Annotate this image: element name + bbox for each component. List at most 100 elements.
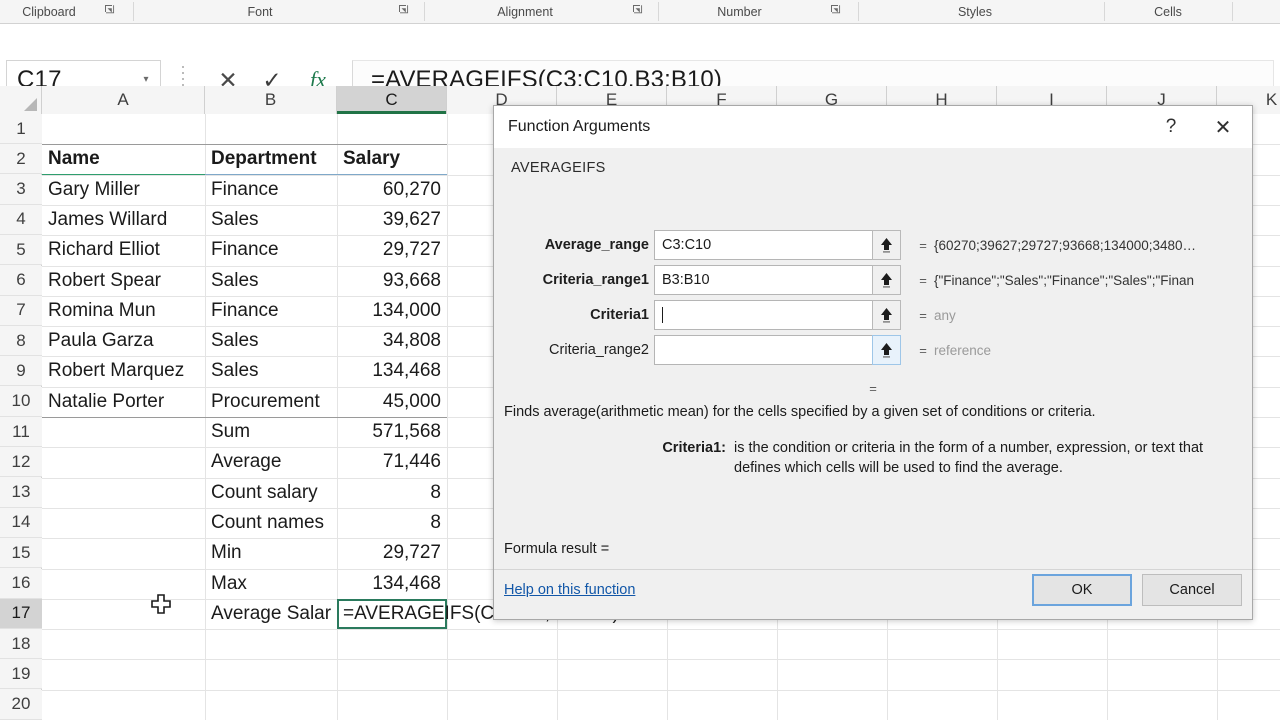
argument-label-average_range: Average_range xyxy=(544,237,649,253)
table-bottom-rule xyxy=(42,417,447,418)
row-header-17[interactable]: 17 xyxy=(0,598,42,629)
cell-C13[interactable]: 8 xyxy=(337,478,447,508)
row-header-4[interactable]: 4 xyxy=(0,204,42,235)
cell-A6[interactable]: Robert Spear xyxy=(42,266,205,296)
row-header-8[interactable]: 8 xyxy=(0,326,42,357)
row-header-3[interactable]: 3 xyxy=(0,174,42,205)
row-header-label: 14 xyxy=(11,512,31,532)
cell-C8[interactable]: 34,808 xyxy=(337,326,447,356)
argument-input-criteria_range2[interactable] xyxy=(654,335,886,365)
cell-A9[interactable]: Robert Marquez xyxy=(42,356,205,386)
cell-A8[interactable]: Paula Garza xyxy=(42,326,205,356)
cell-B13[interactable]: Count salary xyxy=(205,478,337,508)
cell-B7[interactable]: Finance xyxy=(205,296,337,326)
row-header-14[interactable]: 14 xyxy=(0,507,42,538)
argument-input-average_range[interactable]: C3:C10 xyxy=(654,230,886,260)
cell-B15[interactable]: Min xyxy=(205,538,337,568)
cell-B17[interactable]: Average Salar xyxy=(205,599,337,629)
column-header-B[interactable]: B xyxy=(205,86,337,114)
row-header-label: 16 xyxy=(11,573,31,592)
active-argument-text: is the condition or criteria in the form… xyxy=(734,440,1204,476)
row-header-20[interactable]: 20 xyxy=(0,689,42,720)
ribbon-separator xyxy=(858,2,859,21)
cell-C10[interactable]: 45,000 xyxy=(337,387,447,417)
range-selector-icon-criteria_range2[interactable] xyxy=(872,335,901,365)
cell-C4[interactable]: 39,627 xyxy=(337,205,447,235)
dialog-divider xyxy=(494,569,1252,570)
cell-C12[interactable]: 71,446 xyxy=(337,447,447,477)
cell-B6[interactable]: Sales xyxy=(205,266,337,296)
select-all-button[interactable] xyxy=(0,86,42,114)
dialog-title-bar[interactable]: Function Arguments ? ✕ xyxy=(494,106,1252,148)
cell-B8[interactable]: Sales xyxy=(205,326,337,356)
dialog-body: AVERAGEIFS Average_range C3:C10 = {60270;39… xyxy=(494,148,1252,619)
row-header-12[interactable]: 12 xyxy=(0,447,42,478)
cell-C15[interactable]: 29,727 xyxy=(337,538,447,568)
cell-C9[interactable]: 134,468 xyxy=(337,356,447,386)
cell-B11[interactable]: Sum xyxy=(205,417,337,447)
column-header-C[interactable]: C xyxy=(337,86,447,114)
cell-A4[interactable]: James Willard xyxy=(42,205,205,235)
row-header-19[interactable]: 19 xyxy=(0,659,42,690)
row-header-6[interactable]: 6 xyxy=(0,265,42,296)
cancel-button[interactable]: Cancel xyxy=(1142,574,1242,606)
cell-B2-header[interactable]: Department xyxy=(205,144,337,174)
cell-C6[interactable]: 93,668 xyxy=(337,266,447,296)
row-header-7[interactable]: 7 xyxy=(0,295,42,326)
help-on-this-function-link[interactable]: Help on this function xyxy=(504,582,635,598)
cell-A10[interactable]: Natalie Porter xyxy=(42,387,205,417)
cell-C5[interactable]: 29,727 xyxy=(337,235,447,265)
dialog-launcher-icon-font[interactable] xyxy=(398,4,410,17)
cell-B9[interactable]: Sales xyxy=(205,356,337,386)
cell-B5[interactable]: Finance xyxy=(205,235,337,265)
cell-C14[interactable]: 8 xyxy=(337,508,447,538)
dialog-launcher-icon-clipboard[interactable] xyxy=(104,4,116,17)
column-header-label: C xyxy=(385,90,398,109)
cell-C2-header[interactable]: Salary xyxy=(337,144,447,174)
ribbon-group-alignment: Alignment xyxy=(440,0,610,23)
cell-B14[interactable]: Count names xyxy=(205,508,337,538)
cell-B3[interactable]: Finance xyxy=(205,175,337,205)
cell-A3[interactable]: Gary Miller xyxy=(42,175,205,205)
cell-A5[interactable]: Richard Elliot xyxy=(42,235,205,265)
column-header-A[interactable]: A xyxy=(42,86,205,114)
row-header-10[interactable]: 10 xyxy=(0,386,42,417)
dialog-launcher-icon-alignment[interactable] xyxy=(632,4,644,17)
argument-label-criteria1: Criteria1 xyxy=(590,307,649,323)
row-header-label: 19 xyxy=(11,663,31,683)
range-selector-icon-average_range[interactable] xyxy=(872,230,901,260)
row-header-5[interactable]: 5 xyxy=(0,235,42,266)
argument-label-criteria_range2: Criteria_range2 xyxy=(549,342,649,358)
ribbon-separator xyxy=(424,2,425,21)
cell-A2-header[interactable]: Name xyxy=(42,144,205,174)
argument-input-criteria1[interactable] xyxy=(654,300,886,330)
row-header-1[interactable]: 1 xyxy=(0,114,42,144)
row-header-11[interactable]: 11 xyxy=(0,417,42,447)
dialog-launcher-icon-number[interactable] xyxy=(830,4,842,17)
cell-C7[interactable]: 134,000 xyxy=(337,296,447,326)
close-icon[interactable]: ✕ xyxy=(1204,114,1242,140)
cell-B12[interactable]: Average xyxy=(205,447,337,477)
help-icon[interactable]: ? xyxy=(1158,114,1184,140)
cell-A7[interactable]: Romina Mun xyxy=(42,296,205,326)
cell-C16[interactable]: 134,468 xyxy=(337,569,447,599)
cell-B16[interactable]: Max xyxy=(205,569,337,599)
cell-B10[interactable]: Procurement xyxy=(205,387,337,417)
row-header-18[interactable]: 18 xyxy=(0,629,42,660)
range-selector-icon-criteria_range1[interactable] xyxy=(872,265,901,295)
row-header-13[interactable]: 13 xyxy=(0,477,42,508)
cell-C3[interactable]: 60,270 xyxy=(337,175,447,205)
chevron-down-icon[interactable]: ▾ xyxy=(132,74,160,85)
row-header-15[interactable]: 15 xyxy=(0,538,42,569)
row-header-2[interactable]: 2 xyxy=(0,144,42,175)
row-header-16[interactable]: 16 xyxy=(0,568,42,599)
argument-input-criteria_range1[interactable]: B3:B10 xyxy=(654,265,886,295)
range-selector-icon-criteria1[interactable] xyxy=(872,300,901,330)
row-header-label: 18 xyxy=(11,633,31,653)
cell-C11[interactable]: 571,568 xyxy=(337,417,447,447)
active-cell-C17[interactable]: =AVERAGEIFS(C3:C10,B3:B10) xyxy=(337,598,619,630)
equals-sign: = xyxy=(919,237,927,253)
cell-B4[interactable]: Sales xyxy=(205,205,337,235)
ok-button[interactable]: OK xyxy=(1032,574,1132,606)
row-header-9[interactable]: 9 xyxy=(0,356,42,387)
